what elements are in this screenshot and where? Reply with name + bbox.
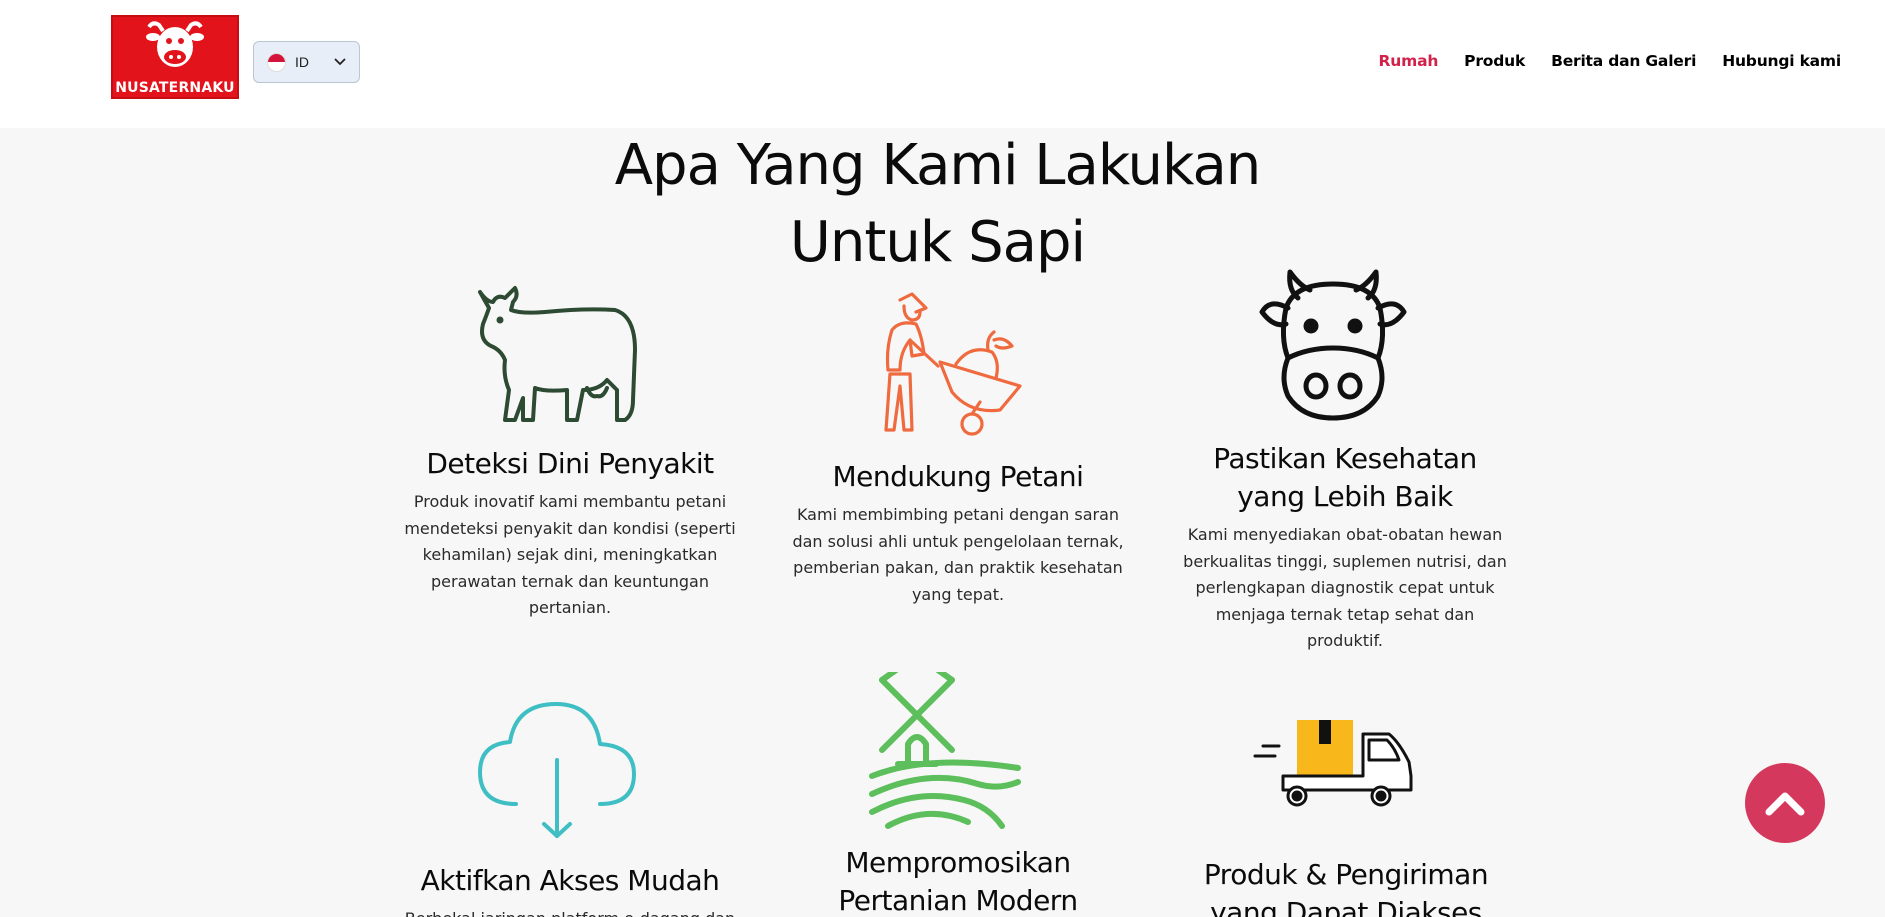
scroll-to-top-button[interactable] [1745,763,1825,843]
logo-text: NUSATERNAKU [115,80,235,96]
feature-modern-farming: Mempromosikan Pertanian Modern [788,844,1128,917]
cow-icon [478,286,637,422]
language-selector[interactable]: ID [253,41,360,83]
feature-easy-access: Aktifkan Akses Mudah Berbekal jaringan p… [400,862,740,917]
feature-title-line1: Pastikan Kesehatan [1213,442,1477,475]
feature-title: Pastikan Kesehatan yang Lebih Baik [1178,440,1512,516]
feature-title-line2: yang Lebih Baik [1237,480,1453,513]
feature-title: Aktifkan Akses Mudah [420,864,720,897]
brand-logo[interactable]: NUSATERNAKU [111,15,239,99]
windmill-field-icon [869,672,1021,829]
cloud-download-icon [478,702,636,838]
feature-title-line1: Mempromosikan [845,846,1071,879]
feature-title-line1: Produk & Pengiriman [1203,858,1489,891]
delivery-truck-icon [1253,720,1413,807]
section-title: Apa Yang Kami Lakukan Untuk Sapi [0,127,1875,281]
feature-support-farmers: Mendukung Petani Kami membimbing petani … [788,458,1128,608]
section-title-line2: Untuk Sapi [789,210,1086,275]
indonesia-flag-icon [267,52,286,72]
nav-contact[interactable]: Hubungi kami [1722,52,1841,70]
feature-title-line2: yang Dapat Diakses [1210,896,1482,917]
farmer-wheelbarrow-icon [884,292,1022,436]
feature-accessible-delivery: Produk & Pengiriman yang Dapat Diakses [1176,856,1516,917]
nav-home[interactable]: Rumah [1379,52,1439,70]
feature-better-health: Pastikan Kesehatan yang Lebih Baik Kami … [1178,440,1512,655]
site-header: NUSATERNAKU ID Rumah Produk Berita dan G… [0,0,1885,128]
feature-text: Kami menyediakan obat-obatan hewan berku… [1183,525,1507,651]
bull-logo-icon [146,21,204,67]
feature-title: Produk & Pengiriman yang Dapat Diakses [1176,856,1516,917]
chevron-down-icon [334,58,346,66]
cow-face-icon [1259,269,1407,421]
feature-title: Deteksi Dini Penyakit [426,447,714,480]
feature-text: Berbekal jaringan platform e-dagang dan [400,906,740,917]
main-nav: Rumah Produk Berita dan Galeri Hubungi k… [1353,52,1842,70]
nav-products[interactable]: Produk [1464,52,1525,70]
feature-title-line2: Pertanian Modern [838,884,1078,917]
feature-title: Mendukung Petani [832,460,1084,493]
feature-text: Kami membimbing petani dengan saran dan … [792,505,1124,604]
nav-news-gallery[interactable]: Berita dan Galeri [1551,52,1696,70]
feature-text: Produk inovatif kami membantu petani men… [404,492,736,618]
language-code: ID [295,54,309,70]
section-title-line1: Apa Yang Kami Lakukan [614,133,1262,198]
feature-title: Mempromosikan Pertanian Modern [788,844,1128,917]
chevron-up-icon [1765,792,1805,816]
feature-early-detection: Deteksi Dini Penyakit Produk inovatif ka… [400,445,740,622]
